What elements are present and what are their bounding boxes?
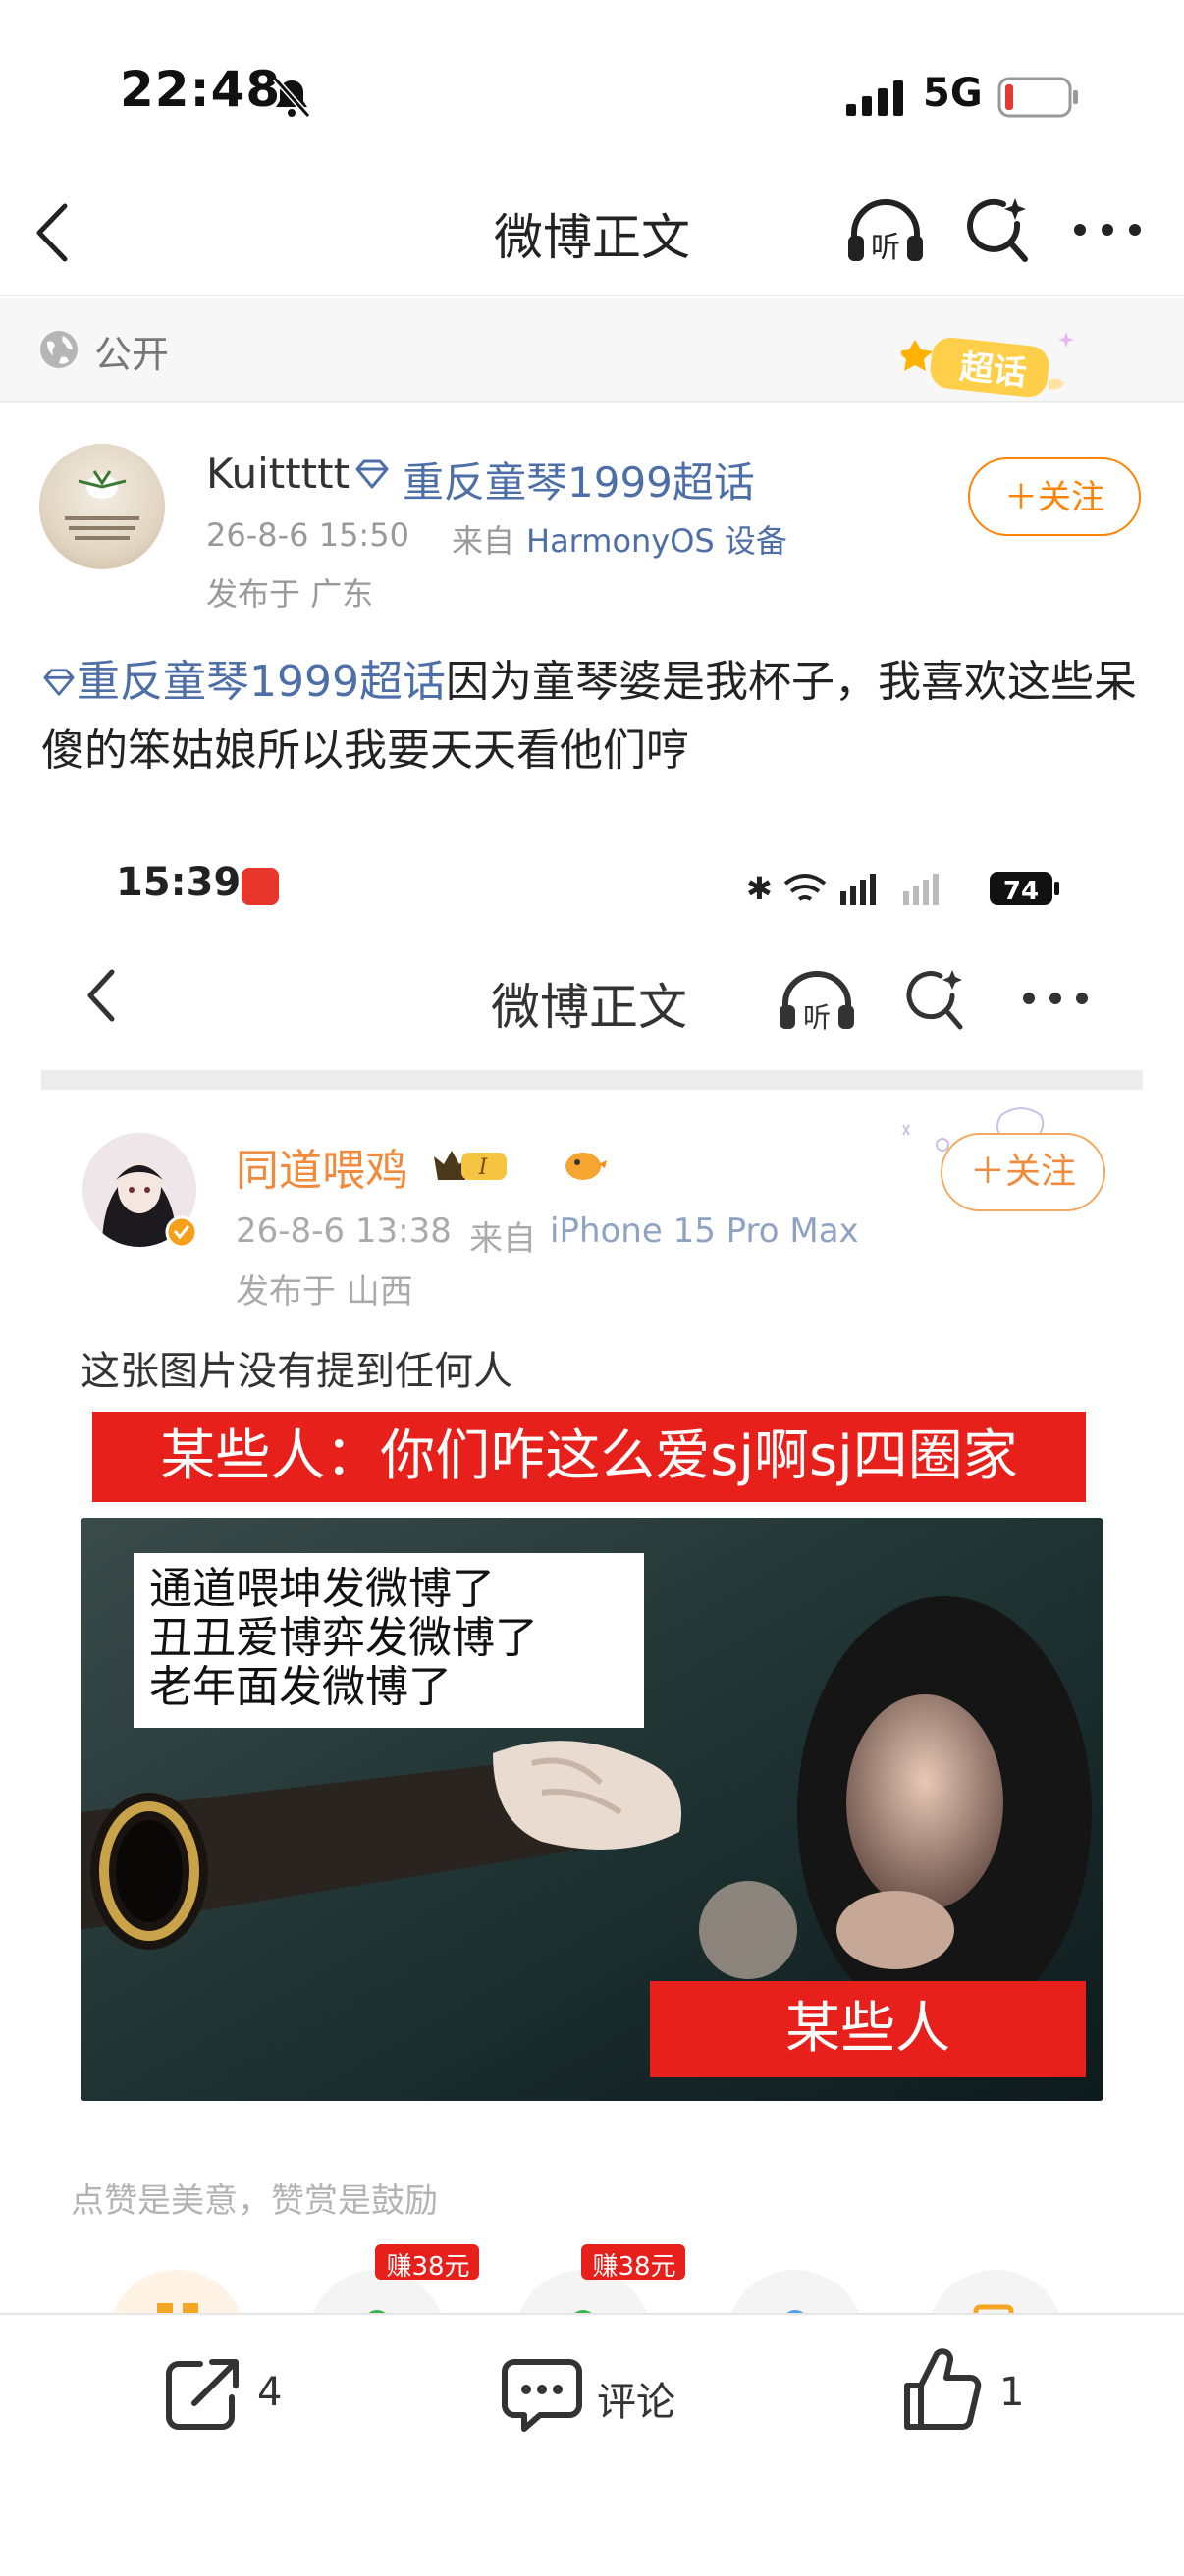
badge-text: 超话 [958, 348, 1029, 394]
embedded-text-box: 通道喂坤发微博了 丑丑爱博弈发微博了 老年面发微博了 [134, 1553, 644, 1728]
signal-icon [846, 80, 903, 116]
vis-divider [0, 401, 1184, 402]
embedded-red-banner: 某些人：你们咋这么爱sj啊sj四圈家 [92, 1412, 1086, 1502]
reward-tag: 赚38元 [592, 2252, 676, 2281]
embedded-page-title: 微博正文 [491, 979, 687, 1036]
embedded-post-time: 26-8-6 13:38 [236, 1211, 452, 1251]
embedded-more-icon [1023, 993, 1088, 1004]
post-location: 发布于 广东 [206, 575, 374, 613]
listen-icon[interactable]: 听 [844, 194, 927, 265]
embedded-battery: 74 [1003, 877, 1039, 906]
reward-tag: 赚38元 [386, 2252, 470, 2281]
status-time: 22:48 [120, 61, 282, 118]
box-line: 丑丑爱博弈发微博了 [149, 1613, 538, 1663]
share-count[interactable]: 4 [257, 2370, 282, 2415]
diamond-icon [355, 459, 389, 489]
verified-badge-icon [165, 1215, 198, 1249]
bottom-action-bar [0, 2313, 1184, 2576]
battery-low-icon [997, 77, 1078, 118]
embedded-listen-icon: 听 [780, 971, 854, 1031]
embedded-search-icon [906, 970, 963, 1030]
chaohua-badge[interactable]: 超话 [897, 322, 1088, 404]
page-title: 微博正文 [494, 209, 690, 266]
topic-link[interactable]: 重反童琴1999超话 [403, 450, 755, 510]
svg-text:✱: ✱ [746, 870, 773, 907]
nav-divider [0, 295, 1184, 296]
post-text: 重反童琴1999超话因为童琴婆是我杯子，我喜欢这些呆傻的笨姑娘所以我要天天看他们… [41, 648, 1141, 785]
visibility-label: 公开 [94, 333, 170, 376]
avatar[interactable] [39, 444, 165, 569]
author-name[interactable]: Kuittttt [206, 450, 350, 498]
embedded-follow-button: ＋关注 [941, 1133, 1105, 1211]
embedded-status-time: 15:39 [116, 860, 242, 905]
svg-text:听: 听 [871, 231, 900, 265]
follow-button[interactable]: ＋关注 [968, 457, 1141, 536]
embedded-red-label: 某些人blackpink: [650, 1981, 1086, 2101]
embedded-photo: 通道喂坤发微博了 丑丑爱博弈发微博了 老年面发微博了 某些人blackpink: [81, 1518, 1103, 2101]
share-icon[interactable] [161, 2354, 242, 2435]
vip-crown-icon: I [434, 1151, 507, 1180]
comment-label[interactable]: 评论 [597, 2370, 675, 2427]
post-image[interactable]: 15:39 ✱ 74 微博正文 听 同道喂鸡 I 26-8-6 13:38 来自… [0, 821, 1184, 2313]
back-icon[interactable] [29, 198, 79, 267]
app-notification-icon [242, 868, 279, 905]
embedded-status-icons: ✱ 74 [746, 870, 1059, 907]
comment-icon[interactable] [501, 2354, 583, 2435]
network-label: 5G [923, 71, 983, 116]
post-topic-link[interactable]: 重反童琴1999超话 [77, 657, 446, 707]
bell-muted-icon [272, 76, 311, 119]
embedded-caption: 这张图片没有提到任何人 [81, 1349, 512, 1394]
from-label: 来自 [452, 522, 515, 560]
like-count[interactable]: 1 [999, 2370, 1024, 2415]
embedded-author-name: 同道喂鸡 [236, 1146, 408, 1196]
device-link[interactable]: HarmonyOS 设备 [526, 516, 787, 562]
post-time: 26-8-6 15:50 [206, 516, 409, 554]
embedded-from-label: 来自 [469, 1219, 536, 1259]
box-line: 通道喂坤发微博了 [149, 1564, 495, 1614]
embedded-card-divider [41, 1070, 1143, 1090]
bird-icon [565, 1153, 607, 1180]
svg-text:听: 听 [803, 1001, 831, 1031]
box-line: 老年面发微博了 [149, 1662, 452, 1712]
svg-text:I: I [478, 1155, 489, 1180]
embedded-like-hint: 点赞是美意，赞赏是鼓励 [71, 2181, 438, 2221]
embedded-device: iPhone 15 Pro Max [550, 1211, 859, 1251]
more-icon[interactable] [1072, 220, 1143, 240]
embedded-location: 发布于 山西 [236, 1272, 413, 1312]
super-search-icon[interactable] [964, 194, 1033, 265]
post-diamond-icon [43, 669, 75, 696]
like-thumb-icon[interactable] [901, 2346, 982, 2433]
embedded-reward-row: 赚38元 赚38元 [0, 2244, 1184, 2313]
embedded-back-icon [87, 969, 115, 1022]
globe-icon [40, 331, 78, 368]
